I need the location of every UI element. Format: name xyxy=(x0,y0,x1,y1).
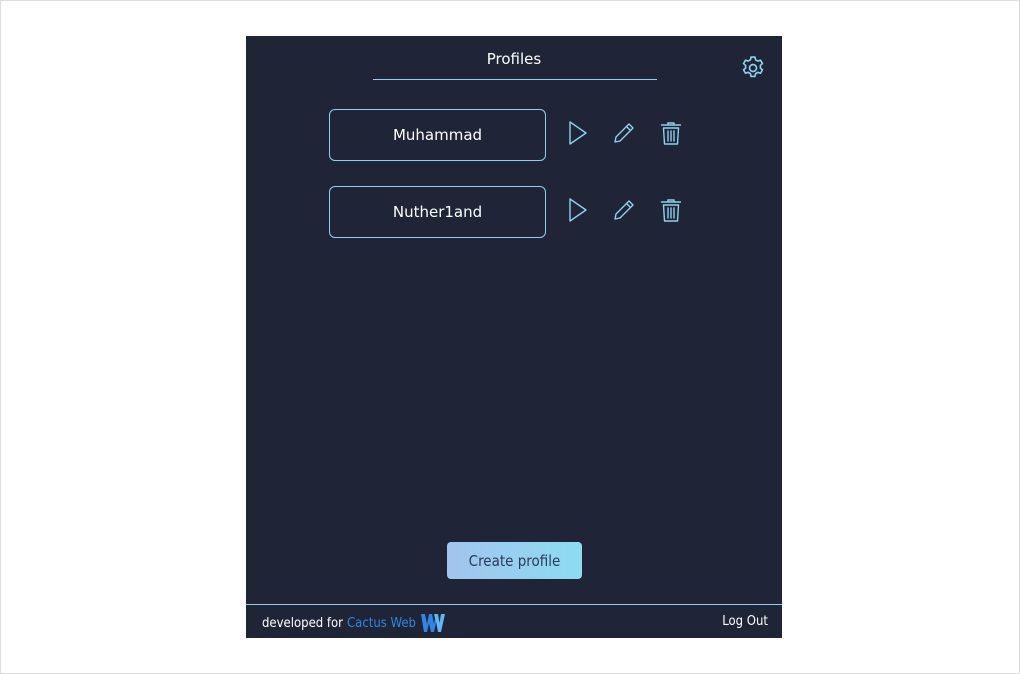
title-underline xyxy=(373,79,657,80)
edit-profile-button[interactable] xyxy=(610,196,638,224)
profile-row: Nuther1and xyxy=(329,186,709,238)
cactus-web-link[interactable]: Cactus Web xyxy=(347,616,416,631)
profile-row: Muhammad xyxy=(329,109,709,161)
pencil-icon xyxy=(614,123,634,143)
footer-credit: developed for Cactus Web xyxy=(262,614,445,632)
delete-profile-button[interactable] xyxy=(657,196,685,224)
play-profile-button[interactable] xyxy=(564,196,592,224)
footer-divider xyxy=(246,604,782,605)
play-icon xyxy=(569,121,587,145)
logout-link[interactable]: Log Out xyxy=(722,614,768,629)
developed-for-text: developed for xyxy=(262,615,343,631)
cactus-web-logo xyxy=(420,614,445,632)
pencil-icon xyxy=(614,200,634,220)
delete-profile-button[interactable] xyxy=(657,119,685,147)
play-profile-button[interactable] xyxy=(564,119,592,147)
edit-profile-button[interactable] xyxy=(610,119,638,147)
page-title: Profiles xyxy=(486,50,542,68)
profile-name-button[interactable]: Nuther1and xyxy=(329,186,546,238)
profiles-panel: Profiles Muhammad Nuther1and Create prof… xyxy=(246,36,782,638)
trash-icon xyxy=(660,199,682,222)
trash-icon xyxy=(660,122,682,145)
settings-button[interactable] xyxy=(738,53,768,83)
profile-name-button[interactable]: Muhammad xyxy=(329,109,546,161)
create-profile-button[interactable]: Create profile xyxy=(447,542,582,579)
play-icon xyxy=(569,198,587,222)
gear-icon xyxy=(742,56,764,78)
